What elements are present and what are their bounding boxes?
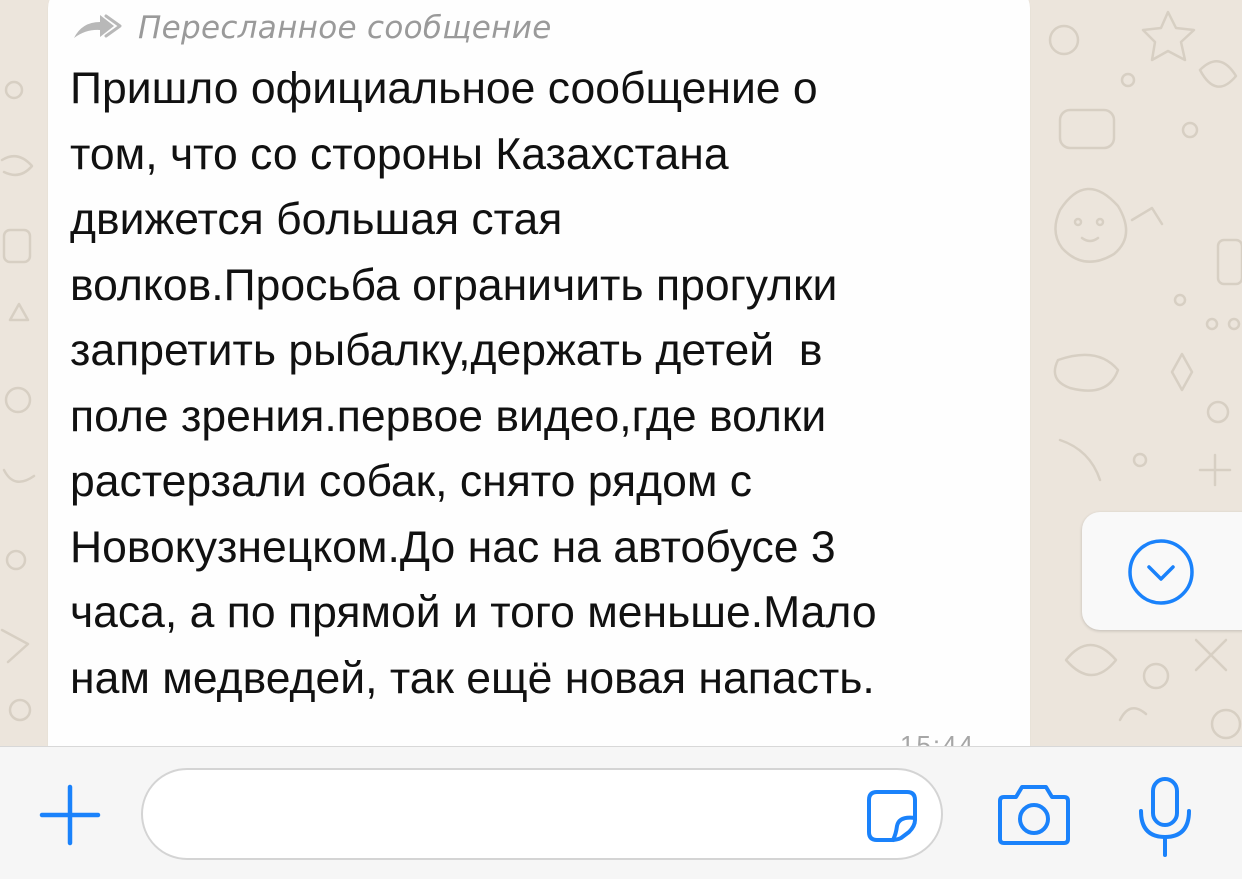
camera-button[interactable]	[996, 781, 1072, 847]
chevron-down-circle-icon	[1128, 539, 1194, 605]
forwarded-header: Пересланное сообщение	[72, 8, 552, 48]
plus-icon	[39, 784, 101, 846]
forward-arrow-icon	[74, 14, 122, 38]
message-timestamp: 15:44	[900, 730, 976, 746]
voice-message-button[interactable]	[1135, 775, 1195, 859]
sticker-icon	[867, 790, 917, 842]
message-input[interactable]	[173, 782, 857, 848]
message-input-bar	[0, 746, 1242, 879]
scroll-to-bottom-button[interactable]	[1082, 512, 1242, 630]
chat-area[interactable]: Пересланное сообщение Пришло официальное…	[0, 0, 1242, 746]
camera-icon	[998, 785, 1070, 845]
attach-button[interactable]	[38, 783, 102, 847]
message-input-field[interactable]	[141, 768, 943, 860]
sticker-button[interactable]	[863, 786, 921, 844]
forwarded-label: Пересланное сообщение	[138, 10, 552, 46]
message-text: Пришло официальное сообщение о том, что …	[70, 64, 877, 703]
microphone-icon	[1139, 777, 1191, 857]
